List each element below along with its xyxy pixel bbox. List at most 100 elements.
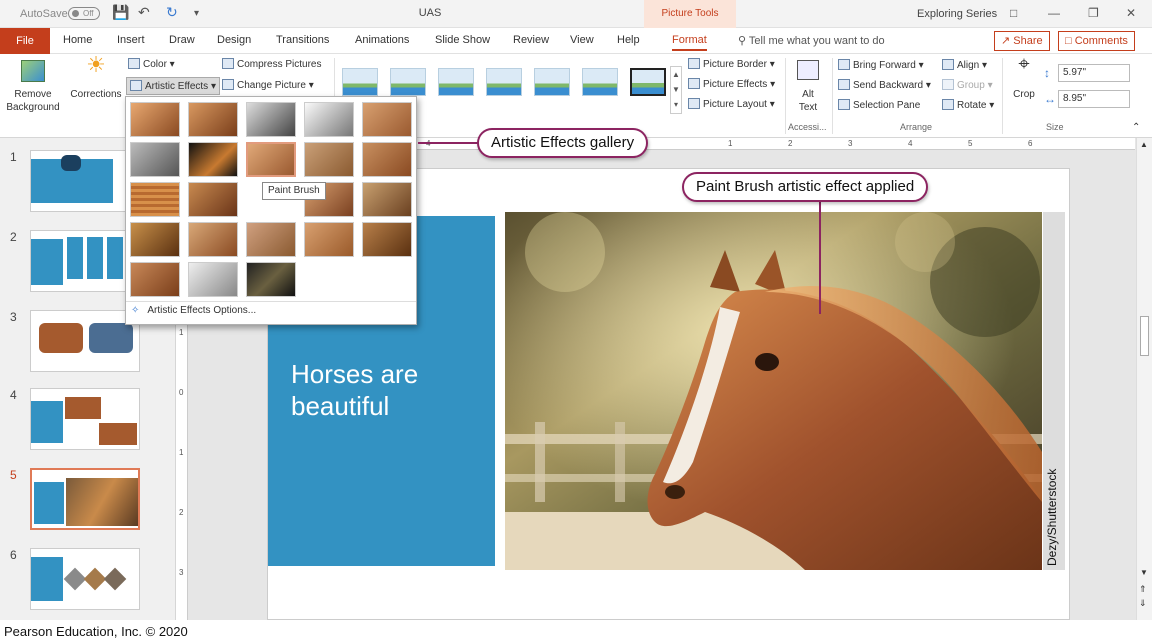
compress-label: Compress Pictures xyxy=(237,59,322,70)
slide-thumbnail-2[interactable] xyxy=(30,230,140,292)
crop-button[interactable]: ⌖ Crop xyxy=(1008,54,1040,101)
effect-pastels-smooth[interactable] xyxy=(362,222,412,257)
effect-plastic-wrap[interactable] xyxy=(130,262,180,297)
tab-draw[interactable]: Draw xyxy=(169,34,195,46)
width-input[interactable]: 8.95" xyxy=(1058,90,1130,108)
horse-photo[interactable] xyxy=(505,212,1042,570)
tab-transitions[interactable]: Transitions xyxy=(276,34,329,46)
rotate-button[interactable]: Rotate ▾ xyxy=(942,97,994,115)
slide-thumbnail-3[interactable] xyxy=(30,310,140,372)
picture-layout-button[interactable]: Picture Layout ▾ xyxy=(688,96,775,114)
slide-title[interactable]: Horses are beautiful xyxy=(291,358,481,422)
effect-pencil-grayscale[interactable] xyxy=(246,102,296,137)
scroll-down-icon[interactable]: ▼ xyxy=(1140,568,1148,577)
group-button[interactable]: Group ▾ xyxy=(942,77,993,95)
vertical-scrollbar[interactable]: ▲ ▼ ⇑ ⇓ xyxy=(1136,138,1152,620)
effect-mosaic-bubbles[interactable] xyxy=(362,182,412,217)
undo-icon[interactable]: ↶ xyxy=(138,4,150,21)
redo-icon[interactable]: ↻ xyxy=(166,4,178,21)
account-name[interactable]: Exploring Series xyxy=(917,8,997,20)
picture-border-button[interactable]: Picture Border ▾ xyxy=(688,56,775,74)
styles-scroll[interactable]: ▲ ▼ ▾ xyxy=(670,66,682,114)
height-input[interactable]: 5.97" xyxy=(1058,64,1130,82)
next-slide-icon[interactable]: ⇓ xyxy=(1139,598,1147,609)
change-picture-button[interactable]: Change Picture ▾ xyxy=(222,77,314,95)
tab-home[interactable]: Home xyxy=(63,34,92,46)
picture-style-thumb[interactable] xyxy=(342,68,378,96)
send-backward-button[interactable]: Send Backward ▾ xyxy=(838,77,931,95)
tab-insert[interactable]: Insert xyxy=(117,34,145,46)
previous-slide-icon[interactable]: ⇑ xyxy=(1139,584,1147,595)
remove-background-button[interactable]: Remove Background xyxy=(4,58,62,114)
effect-chalk-sketch[interactable] xyxy=(130,142,180,177)
tab-design[interactable]: Design xyxy=(217,34,251,46)
effect-paint-brush[interactable] xyxy=(246,142,296,177)
effect-light-screen[interactable] xyxy=(130,182,180,217)
slide-thumbnail-6[interactable] xyxy=(30,548,140,610)
picture-style-thumb[interactable] xyxy=(486,68,522,96)
effect-photocopy[interactable] xyxy=(246,262,296,297)
tab-format[interactable]: Format xyxy=(672,34,707,51)
artistic-effects-button[interactable]: Artistic Effects ▾ xyxy=(126,77,220,95)
tab-animations[interactable]: Animations xyxy=(355,34,409,46)
save-icon[interactable]: 💾 xyxy=(112,4,129,21)
artistic-effects-icon xyxy=(130,80,142,91)
alt-text-button[interactable]: Alt Text xyxy=(790,58,826,114)
comments-button[interactable]: □ Comments xyxy=(1058,31,1135,51)
tab-file[interactable]: File xyxy=(0,28,50,54)
restore-icon[interactable]: ❐ xyxy=(1088,6,1099,20)
slide-number: 2 xyxy=(10,230,17,244)
horse-image xyxy=(505,212,1042,570)
minimize-icon[interactable]: — xyxy=(1048,6,1060,20)
effect-watercolor-sponge[interactable] xyxy=(188,182,238,217)
picture-style-thumb[interactable] xyxy=(390,68,426,96)
tab-view[interactable]: View xyxy=(570,34,594,46)
remove-background-icon xyxy=(21,60,45,82)
ribbon-display-icon[interactable]: □ xyxy=(1010,6,1017,20)
selection-pane-button[interactable]: Selection Pane xyxy=(838,97,920,115)
tab-review[interactable]: Review xyxy=(513,34,549,46)
autosave-toggle[interactable]: Off xyxy=(68,7,100,20)
height-icon: ↕ xyxy=(1044,66,1050,80)
picture-tools-context-label: Picture Tools xyxy=(644,0,736,28)
picture-style-thumb[interactable] xyxy=(582,68,618,96)
alt-text-label: Alt Text xyxy=(798,89,818,113)
rotate-icon xyxy=(942,99,954,110)
effect-line-drawing[interactable] xyxy=(362,102,412,137)
effect-glow-diffused[interactable] xyxy=(304,142,354,177)
picture-style-thumb[interactable] xyxy=(438,68,474,96)
bring-forward-button[interactable]: Bring Forward ▾ xyxy=(838,57,924,75)
ribbon-tabs: File Home Insert Draw Design Transitions… xyxy=(0,28,1152,54)
effect-cutout[interactable] xyxy=(188,262,238,297)
collapse-ribbon-icon[interactable]: ⌃ xyxy=(1132,122,1140,133)
effect-texturizer[interactable] xyxy=(246,222,296,257)
scroll-thumb[interactable] xyxy=(1140,316,1149,356)
effect-none[interactable] xyxy=(130,102,180,137)
effect-crisscross-etching[interactable] xyxy=(304,222,354,257)
align-button[interactable]: Align ▾ xyxy=(942,57,987,75)
effect-glass[interactable] xyxy=(130,222,180,257)
share-button[interactable]: ↗ Share xyxy=(994,31,1050,51)
picture-style-thumb[interactable] xyxy=(630,68,666,96)
change-picture-label: Change Picture xyxy=(237,80,306,91)
tell-me-search[interactable]: ⚲ Tell me what you want to do xyxy=(738,34,885,47)
effect-paint-strokes[interactable] xyxy=(188,142,238,177)
customize-qat-icon[interactable]: ▾ xyxy=(194,8,199,19)
slide-thumbnail-4[interactable] xyxy=(30,388,140,450)
slide-thumbnail-5[interactable] xyxy=(30,468,140,530)
tab-help[interactable]: Help xyxy=(617,34,640,46)
artistic-effects-options-item[interactable]: ✧ Artistic Effects Options... xyxy=(131,305,256,316)
corrections-button[interactable]: ☀ Corrections xyxy=(68,54,124,101)
effect-marker[interactable] xyxy=(188,102,238,137)
effect-cement[interactable] xyxy=(188,222,238,257)
effect-blur[interactable] xyxy=(362,142,412,177)
slide-thumbnail-1[interactable] xyxy=(30,150,140,212)
tab-slide-show[interactable]: Slide Show xyxy=(435,34,490,46)
compress-pictures-button[interactable]: Compress Pictures xyxy=(222,56,321,74)
effect-pencil-sketch[interactable] xyxy=(304,102,354,137)
picture-effects-button[interactable]: Picture Effects ▾ xyxy=(688,76,775,94)
picture-style-thumb[interactable] xyxy=(534,68,570,96)
close-icon[interactable]: ✕ xyxy=(1126,6,1136,20)
color-button[interactable]: Color ▾ xyxy=(128,56,175,74)
scroll-up-icon[interactable]: ▲ xyxy=(1140,140,1148,149)
